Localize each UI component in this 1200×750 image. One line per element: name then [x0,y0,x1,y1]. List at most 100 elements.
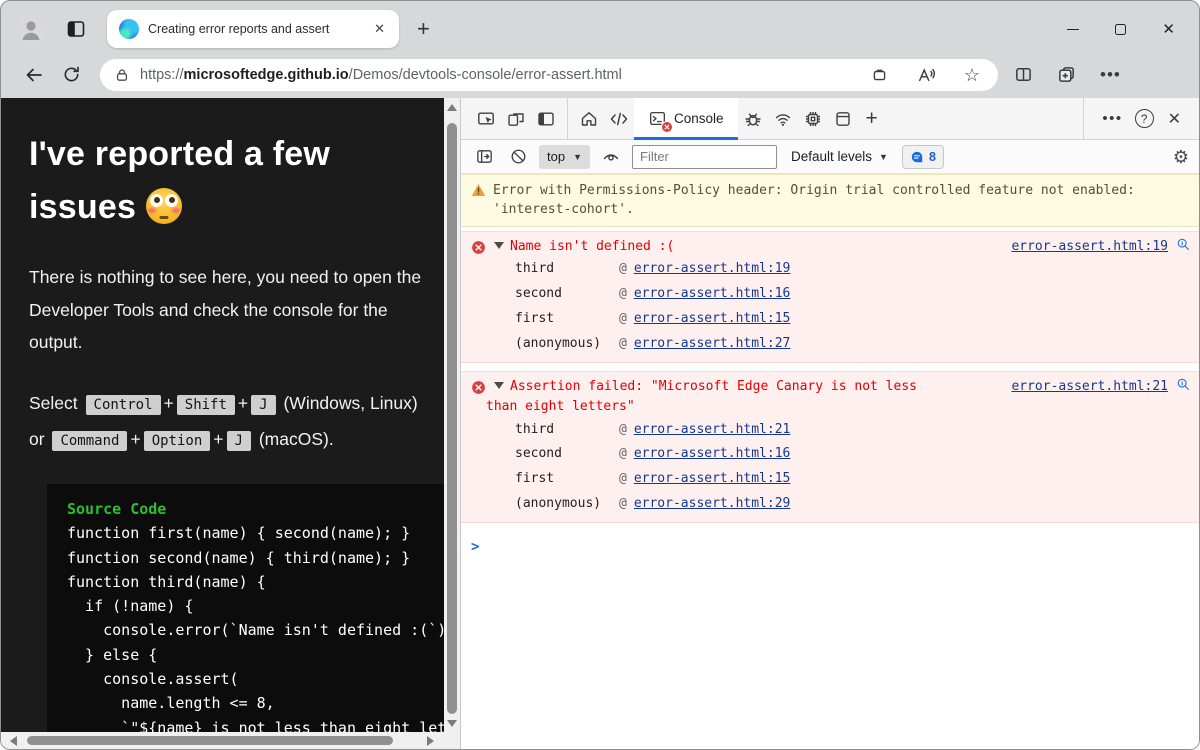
source-code-block: Source Code function first(name) { secon… [47,484,444,732]
scroll-left-arrow[interactable] [10,736,17,746]
application-storage-icon[interactable] [828,104,858,134]
scroll-down-arrow[interactable] [447,720,457,727]
issues-count-button[interactable]: 8 [902,145,944,169]
source-link[interactable]: error-assert.html:16 [634,444,791,464]
at-symbol: @ [619,334,627,354]
console-sidebar-icon[interactable] [471,144,497,170]
source-link[interactable]: error-assert.html:15 [634,469,791,489]
close-devtools-icon[interactable]: ✕ [1158,109,1191,129]
function-name: first [515,469,619,489]
source-link[interactable]: error-assert.html:15 [634,309,791,329]
code-line: console.error(`Name isn't defined :(`) [67,618,444,642]
function-name: third [515,420,619,440]
scroll-up-arrow[interactable] [447,104,457,111]
source-link[interactable]: error-assert.html:19 [1011,237,1168,257]
clear-console-icon[interactable] [505,144,531,170]
split-screen-icon[interactable] [1014,65,1033,84]
expand-triangle-icon[interactable] [494,242,504,249]
console-error-badge: ✕ [661,121,673,133]
vertical-scroll-thumb[interactable] [447,123,457,714]
browser-menu-icon[interactable]: ••• [1100,66,1121,83]
function-name: second [515,444,619,464]
source-link[interactable]: error-assert.html:16 [634,284,791,304]
scroll-right-arrow[interactable] [427,736,434,746]
context-selector[interactable]: top ▼ [539,145,590,169]
lock-icon[interactable] [114,67,130,83]
console-output: Error with Permissions-Policy header: Or… [461,174,1199,749]
performance-chip-icon[interactable] [798,104,828,134]
elements-tab-icon[interactable] [604,104,634,134]
address-bar[interactable]: https://microsoftedge.github.io/Demos/de… [100,59,998,91]
devtools-menu-icon[interactable]: ••• [1094,110,1130,127]
function-name: third [515,259,619,279]
at-symbol: @ [619,420,627,440]
function-name: (anonymous) [515,494,619,514]
back-button[interactable] [24,65,44,85]
at-symbol: @ [619,259,627,279]
more-tools-plus-icon[interactable]: + [858,107,886,131]
source-link[interactable]: error-assert.html:21 [634,420,791,440]
code-line: function third(name) { [67,570,444,594]
expand-triangle-icon[interactable] [494,382,504,389]
error-circle-icon [471,380,486,395]
stack-frame: second@ error-assert.html:16 [471,282,1191,307]
magnifier-icon[interactable] [1176,377,1191,392]
device-emulation-icon[interactable] [501,104,531,134]
horizontal-scroll-thumb[interactable] [27,736,393,745]
function-name: second [515,284,619,304]
error-message: Name isn't defined :( [510,239,674,254]
message-count: 8 [929,150,936,164]
shortcut-text: Select [29,393,78,413]
debugger-bug-icon[interactable] [738,104,768,134]
devtools-panel: ✕ Console [460,98,1199,749]
chevron-down-icon: ▼ [879,152,888,162]
console-settings-gear-icon[interactable]: ⚙ [1173,148,1189,166]
profile-avatar[interactable] [17,15,45,43]
page-vertical-scrollbar[interactable] [444,98,460,732]
source-link[interactable]: error-assert.html:27 [634,334,791,354]
tab-close-icon[interactable]: ✕ [370,19,389,39]
minimize-button[interactable] [1067,29,1079,30]
help-icon[interactable]: ? [1135,109,1154,128]
error-circle-icon [471,240,486,255]
welcome-home-icon[interactable] [574,104,604,134]
dock-side-icon[interactable] [531,104,561,134]
key-j: J [251,395,275,415]
source-link[interactable]: error-assert.html:29 [634,494,791,514]
close-window-button[interactable]: ✕ [1162,22,1175,37]
filter-input[interactable] [632,145,777,169]
log-levels-selector[interactable]: Default levels ▼ [791,149,888,164]
at-symbol: @ [619,309,627,329]
key-j: J [227,431,251,451]
stack-frame: third@ error-assert.html:21 [471,417,1191,442]
network-wifi-icon[interactable] [768,104,798,134]
live-expression-eye-icon[interactable] [598,144,624,170]
at-symbol: @ [619,284,627,304]
maximize-button[interactable] [1115,24,1126,35]
browser-tab[interactable]: Creating error reports and assert ✕ [107,10,399,48]
code-line: `"${name} is not less than eight letters… [67,716,444,732]
shortcut-text: (Windows, Linux) [283,393,417,413]
workspaces-icon[interactable] [65,18,87,40]
source-code-title: Source Code [67,497,444,521]
magnifier-icon[interactable] [1176,237,1191,252]
app-install-icon[interactable] [871,66,888,83]
page-horizontal-scrollbar[interactable] [1,732,444,749]
source-link[interactable]: error-assert.html:21 [1011,377,1168,397]
message-bubble-icon [910,150,924,164]
stack-frame: first@ error-assert.html:15 [471,307,1191,332]
favorites-star-icon[interactable]: ☆ [964,66,980,84]
stack-frame: second@error-assert.html:16 [471,442,1191,467]
error-message: Assertion failed: "Microsoft Edge Canary… [486,379,917,414]
read-aloud-icon[interactable] [916,66,936,84]
console-toolbar: top ▼ Default levels ▼ [461,140,1199,174]
source-link[interactable]: error-assert.html:19 [634,259,791,279]
inspect-element-icon[interactable] [471,104,501,134]
tab-console[interactable]: ✕ Console [634,98,738,140]
function-name: first [515,309,619,329]
new-tab-button[interactable]: + [417,18,430,40]
collections-icon[interactable] [1057,65,1076,84]
code-line: if (!name) { [67,594,444,618]
console-prompt[interactable]: > [461,531,1199,563]
refresh-button[interactable] [62,65,81,84]
